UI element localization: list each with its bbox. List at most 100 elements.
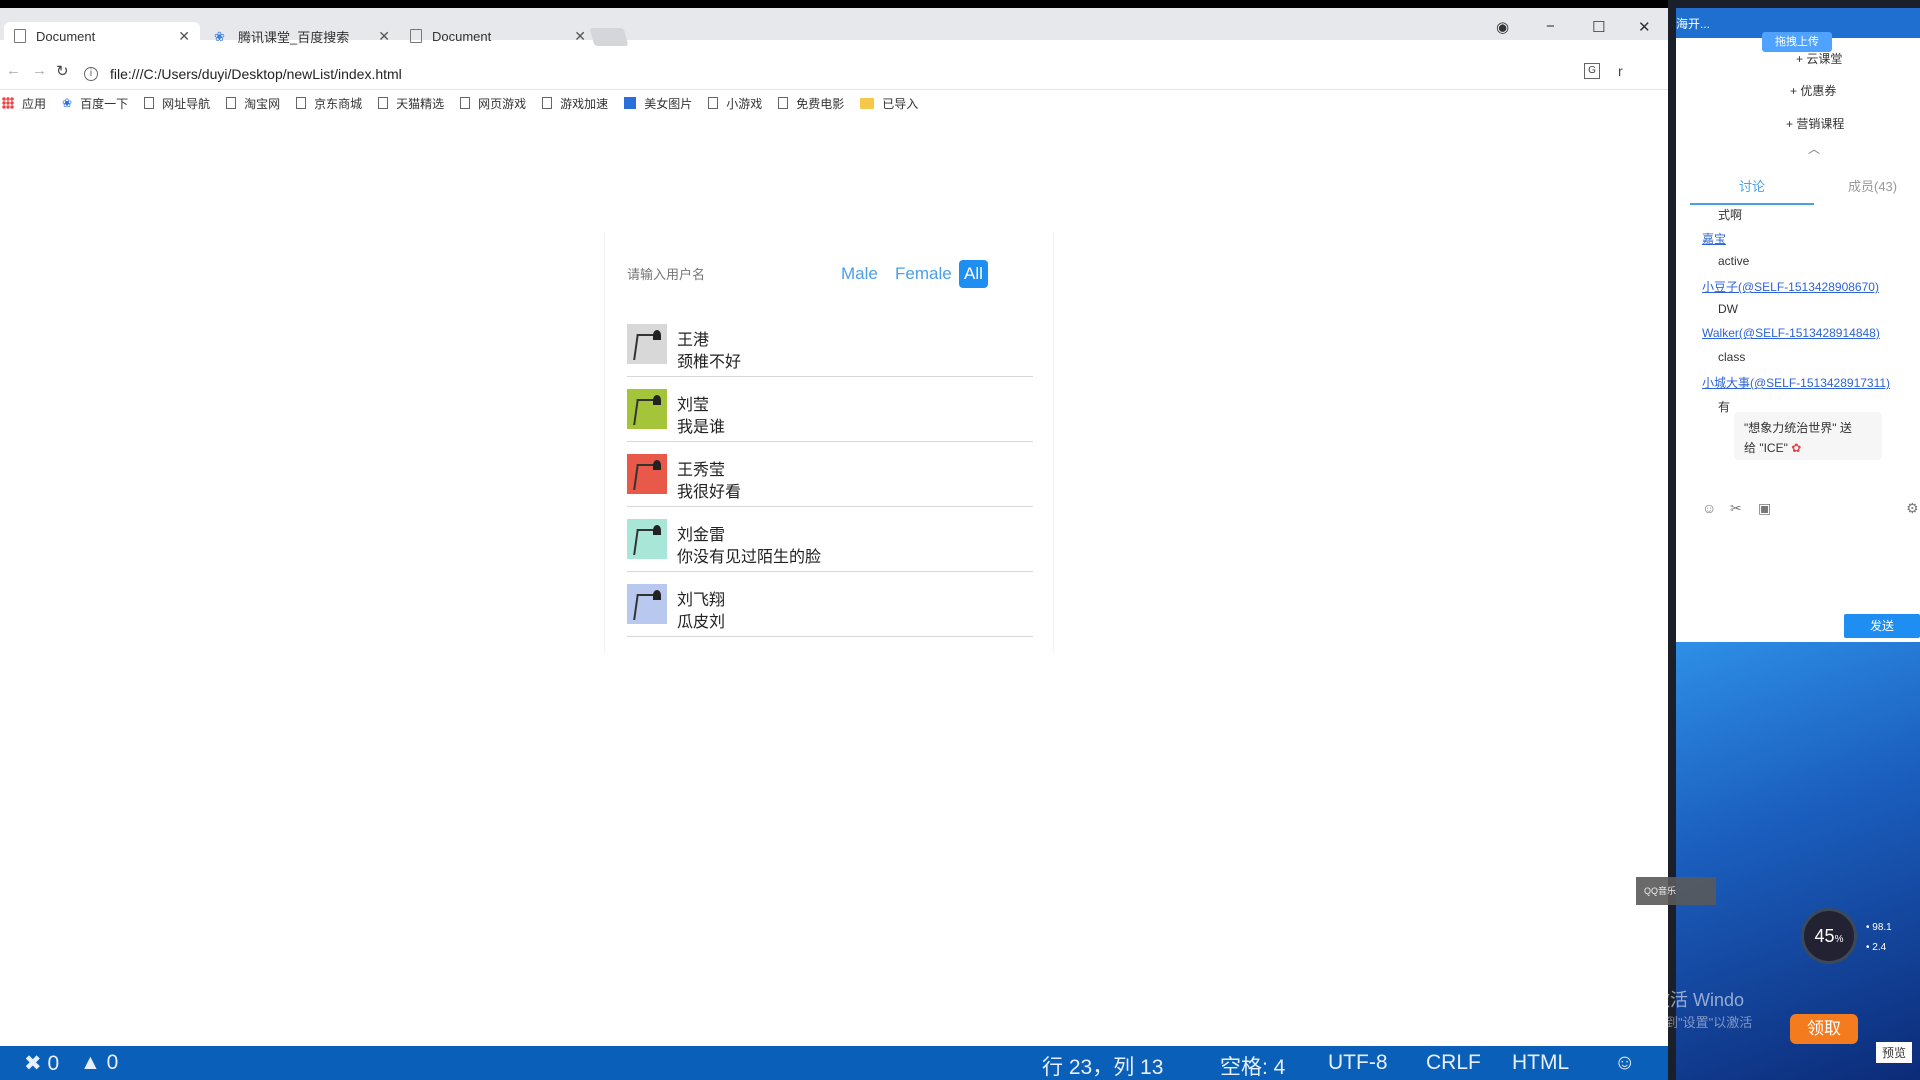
avatar (627, 454, 667, 494)
bookmark-apps[interactable]: 应用 (2, 95, 46, 112)
scissors-icon[interactable]: ✂ (1730, 500, 1742, 517)
tab-title: 腾讯课堂_百度搜索 (238, 29, 350, 45)
bookmark-imported[interactable]: 已导入 (860, 95, 918, 112)
tab-document-2[interactable]: Document ✕ (400, 22, 596, 50)
close-window-button[interactable]: ✕ (1638, 18, 1651, 36)
cursor-position[interactable]: 行 23，列 13 (1042, 1051, 1163, 1080)
search-row: Male Female All (605, 260, 1053, 290)
send-button[interactable]: 发送 (1844, 614, 1920, 638)
list-item[interactable]: 刘莹 我是谁 (627, 377, 1033, 442)
gear-icon[interactable]: ⚙ (1906, 500, 1919, 517)
user-name: 刘莹 (677, 397, 710, 414)
activate-windows-text: 激活 Windo (1652, 990, 1745, 1010)
claim-button[interactable]: 领取 (1790, 1014, 1858, 1044)
list-item[interactable]: 王港 颈椎不好 (627, 312, 1033, 377)
maximize-button[interactable]: ☐ (1592, 18, 1605, 36)
menu-icon[interactable]: r (1618, 63, 1623, 79)
page-icon (226, 97, 237, 109)
chat-user-link[interactable]: 嘉宝 (1702, 230, 1726, 247)
tab-baidu[interactable]: ❀ 腾讯课堂_百度搜索 ✕ (204, 22, 400, 50)
filter-female[interactable]: Female (891, 260, 956, 288)
filter-all[interactable]: All (959, 260, 988, 288)
rose-icon: ✿ (1791, 441, 1802, 455)
translate-icon[interactable]: G (1584, 63, 1600, 79)
list-item[interactable]: 王秀莹 我很好看 (627, 442, 1033, 507)
chat-user-link[interactable]: 小豆子(@SELF-1513428908670) (1702, 278, 1879, 295)
gift-message: "想象力统治世界" 送 给 "ICE" ✿ (1734, 412, 1882, 460)
tab-title: Document (432, 28, 492, 44)
address-bar[interactable]: i file:///C:/Users/duyi/Desktop/newList/… (84, 60, 1604, 88)
upload-button[interactable]: 拖拽上传 (1762, 32, 1832, 52)
bookmark-taobao[interactable]: 淘宝网 (226, 95, 280, 112)
chat-message: 有 (1718, 400, 1731, 414)
tab-discuss[interactable]: 讨论 (1690, 176, 1814, 205)
page-icon (778, 97, 789, 109)
warning-count[interactable]: ▲ 0 (80, 1051, 118, 1075)
chat-user-link[interactable]: Walker(@SELF-1513428914848) (1702, 326, 1880, 340)
side-menu-item-3[interactable]: + 营销课程 (1786, 115, 1844, 132)
close-icon[interactable]: ✕ (574, 28, 586, 45)
chat-panel (1676, 8, 1920, 642)
tab-document-1[interactable]: Document ✕ (4, 22, 200, 50)
username-search-input[interactable] (627, 262, 807, 286)
bookmark-accel[interactable]: 游戏加速 (542, 95, 608, 112)
indent-setting[interactable]: 空格: 4 (1220, 1051, 1285, 1080)
avatar (627, 519, 667, 559)
close-icon[interactable]: ✕ (178, 28, 190, 45)
chat-message: 式啊 (1718, 208, 1743, 222)
avatar-ear (653, 460, 661, 470)
bookmark-minigame[interactable]: 小游戏 (708, 95, 762, 112)
account-icon[interactable]: ◉ (1496, 18, 1509, 36)
info-icon[interactable]: i (84, 67, 98, 81)
language-mode[interactable]: HTML (1512, 1051, 1569, 1075)
screen: Document ✕ ❀ 腾讯课堂_百度搜索 ✕ Document ✕ ◉ − … (0, 0, 1920, 1080)
encoding[interactable]: UTF-8 (1328, 1051, 1388, 1075)
user-list: 王港颈椎不好刘莹 我是谁 王秀莹 我很好看 刘金雷 你没有见过陌生的脸 刘飞翔 瓜皮刘 (627, 312, 1033, 637)
network-speed: • 98.1 • 2.4 (1866, 922, 1892, 953)
page-content: Male Female All 王港颈椎不好刘莹我是谁王秀莹我很好看刘金雷你没有… (0, 116, 1668, 1046)
bookmark-webgame[interactable]: 网页游戏 (460, 95, 526, 112)
bookmark-movie[interactable]: 免费电影 (778, 95, 844, 112)
bookmark-nav[interactable]: 网址导航 (144, 95, 210, 112)
bookmark-baidu[interactable]: ❀ 百度一下 (62, 95, 128, 112)
user-name: 王港 (677, 332, 710, 349)
tab-members[interactable]: 成员(43) (1848, 176, 1897, 195)
feedback-smiley-icon[interactable]: ☺ (1614, 1051, 1635, 1075)
user-name: 王秀莹 (677, 462, 726, 479)
user-desc: 颈椎不好 (677, 354, 742, 371)
close-icon[interactable]: ✕ (378, 28, 390, 45)
list-item[interactable]: 刘金雷 你没有见过陌生的脸 (627, 507, 1033, 572)
gift-line-1: "想象力统治世界" 送 (1744, 421, 1852, 435)
chat-user-link[interactable]: 小城大事(@SELF-1513428917311) (1702, 374, 1890, 391)
preview-button[interactable]: 预览 (1876, 1042, 1913, 1063)
reload-button[interactable]: ↻ (56, 62, 69, 80)
avatar (627, 584, 667, 624)
chat-message: DW (1718, 302, 1738, 316)
avatar (627, 389, 667, 429)
minimize-button[interactable]: − (1546, 18, 1555, 35)
line-ending[interactable]: CRLF (1426, 1051, 1481, 1075)
chat-tabs: 讨论 成员(43) (1690, 176, 1920, 206)
forward-button[interactable]: → (32, 62, 47, 79)
list-item[interactable]: 刘飞翔 瓜皮刘 (627, 572, 1033, 637)
filter-male[interactable]: Male (837, 260, 882, 288)
back-button[interactable]: ← (6, 62, 21, 79)
bookmark-pics[interactable]: 美女图片 (624, 95, 692, 112)
user-name: 刘金雷 (677, 527, 726, 544)
collapse-chevron-icon[interactable]: ︿ (1808, 140, 1820, 157)
side-menu-item-1[interactable]: + 云课堂 (1796, 50, 1842, 67)
side-menu-item-2[interactable]: + 优惠券 (1790, 82, 1836, 99)
user-desc: 瓜皮刘 (677, 614, 726, 631)
error-count[interactable]: ✖ 0 (24, 1051, 59, 1076)
image-icon[interactable]: ▣ (1758, 500, 1771, 517)
editor-status-bar: ✖ 0 ▲ 0 行 23，列 13 空格: 4 UTF-8 CRLF HTML … (0, 1046, 1668, 1080)
image-icon (624, 97, 637, 109)
bookmark-tmall[interactable]: 天猫精选 (378, 95, 444, 112)
speed-meter[interactable]: 45% (1801, 908, 1857, 964)
url-text: file:///C:/Users/duyi/Desktop/newList/in… (110, 66, 402, 82)
emoji-icon[interactable]: ☺ (1702, 500, 1716, 516)
bookmark-jd[interactable]: 京东商城 (296, 95, 362, 112)
new-tab-button[interactable] (589, 28, 629, 46)
tab-title: Document (36, 28, 96, 44)
music-widget[interactable]: QQ音乐 (1636, 877, 1716, 905)
